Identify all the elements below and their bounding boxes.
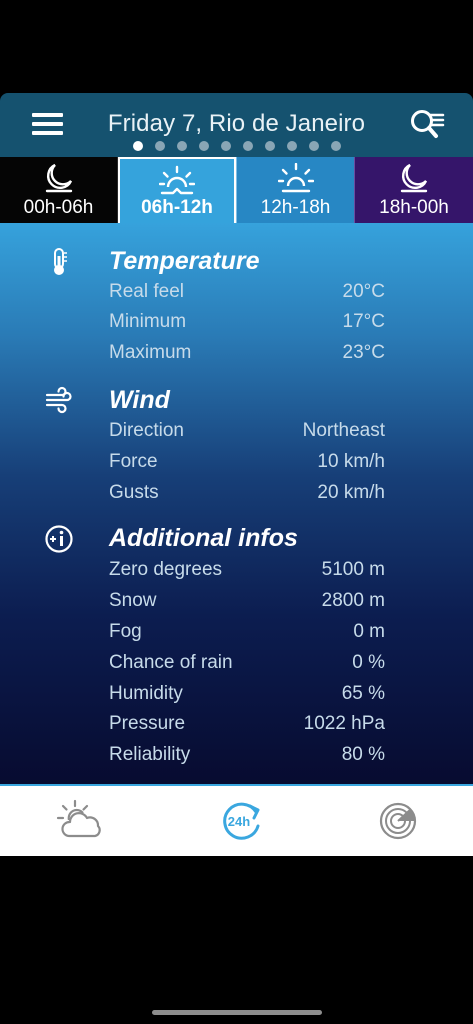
home-indicator[interactable]: [152, 1010, 322, 1015]
24h-refresh-icon: 24h: [223, 802, 260, 840]
sunrise-icon: [159, 165, 195, 195]
page-dot[interactable]: [330, 141, 341, 151]
thermometer-icon: [54, 248, 67, 275]
sun-icon: [277, 163, 314, 193]
wind-icon: [45, 386, 72, 414]
time-period-tabs: 00h-06h 06h-12h 12h-18h 18h-00h: [0, 157, 473, 223]
row-value: 5100 m: [321, 559, 385, 580]
partly-cloudy-icon: [56, 799, 101, 838]
data-row: Gusts 20 km/h: [109, 482, 385, 508]
moon-icon: [45, 163, 72, 193]
hamburger-menu-icon[interactable]: [32, 113, 63, 135]
page-dot[interactable]: [176, 141, 187, 151]
row-label: Fog: [109, 621, 142, 642]
bottom-navigation: 24h: [0, 784, 473, 856]
row-value: 0 %: [352, 652, 385, 673]
row-value: 23°C: [342, 342, 385, 363]
data-row: Maximum 23°C: [109, 342, 385, 368]
page-title: Friday 7, Rio de Janeiro: [107, 110, 366, 137]
data-row: Force 10 km/h: [109, 451, 385, 477]
row-value: 2800 m: [321, 590, 385, 611]
tab-label: 06h-12h: [141, 197, 213, 218]
nav-radar-button[interactable]: [373, 796, 423, 846]
tab-label: 00h-06h: [23, 197, 94, 218]
row-label: Gusts: [109, 482, 159, 503]
tab-label: 18h-00h: [379, 197, 449, 218]
page-indicator[interactable]: [0, 141, 473, 151]
page-dot[interactable]: [242, 141, 253, 151]
page-dot[interactable]: [132, 141, 143, 151]
tab-12h-18h[interactable]: 12h-18h: [236, 157, 354, 223]
row-label: Zero degrees: [109, 559, 223, 580]
data-row: Real feel 20°C: [109, 281, 385, 307]
row-label: Maximum: [109, 342, 192, 363]
location-search-icon[interactable]: [408, 108, 446, 142]
radar-icon: [379, 802, 417, 840]
page-dot[interactable]: [308, 141, 319, 151]
row-label: Pressure: [109, 713, 186, 734]
row-label: Minimum: [109, 311, 187, 332]
row-label: Real feel: [109, 281, 184, 302]
row-label: Force: [109, 451, 158, 472]
tab-label: 12h-18h: [260, 197, 331, 218]
page-dot[interactable]: [220, 141, 231, 151]
moon-icon: [400, 163, 428, 193]
nav-24h-button[interactable]: 24h: [216, 796, 266, 846]
page-dot[interactable]: [198, 141, 209, 151]
nav-24h-label: 24h: [228, 814, 250, 829]
row-label: Chance of rain: [109, 652, 233, 673]
data-row: Minimum 17°C: [109, 311, 385, 337]
data-row: Fog 0 m: [109, 621, 385, 647]
data-row: Pressure 1022 hPa: [109, 713, 385, 739]
section-title-temperature: Temperature: [109, 247, 260, 275]
data-row: Humidity 65 %: [109, 683, 385, 709]
section-title-additional: Additional infos: [109, 524, 298, 552]
data-row: Snow 2800 m: [109, 590, 385, 616]
row-value: 65 %: [341, 683, 385, 704]
page-dot[interactable]: [154, 141, 165, 151]
header-bar: Friday 7, Rio de Janeiro: [0, 93, 473, 157]
row-value: 20°C: [342, 281, 385, 302]
row-value: 17°C: [342, 311, 385, 332]
page-dot[interactable]: [286, 141, 297, 151]
row-value: 10 km/h: [317, 451, 385, 472]
tab-18h-00h[interactable]: 18h-00h: [354, 157, 473, 223]
data-row: Chance of rain 0 %: [109, 652, 385, 678]
row-value: 1022 hPa: [303, 713, 385, 734]
info-plus-icon: [45, 525, 73, 553]
section-title-wind: Wind: [109, 386, 170, 414]
data-row: Reliability 80 %: [109, 744, 385, 770]
data-row: Direction Northeast: [109, 420, 385, 446]
page-dot[interactable]: [264, 141, 275, 151]
tab-06h-12h[interactable]: 06h-12h: [118, 157, 236, 223]
row-label: Direction: [109, 420, 184, 441]
row-value: 0 m: [353, 621, 385, 642]
row-label: Reliability: [109, 744, 191, 765]
row-label: Humidity: [109, 683, 183, 704]
row-value: Northeast: [302, 420, 385, 441]
nav-forecast-button[interactable]: [55, 796, 105, 846]
data-row: Zero degrees 5100 m: [109, 559, 385, 585]
row-value: 20 km/h: [317, 482, 385, 503]
row-value: 80 %: [341, 744, 385, 765]
row-label: Snow: [109, 590, 157, 611]
tab-00h-06h[interactable]: 00h-06h: [0, 157, 118, 223]
forecast-details[interactable]: Temperature Real feel 20°C Minimum 17°C …: [0, 223, 473, 784]
